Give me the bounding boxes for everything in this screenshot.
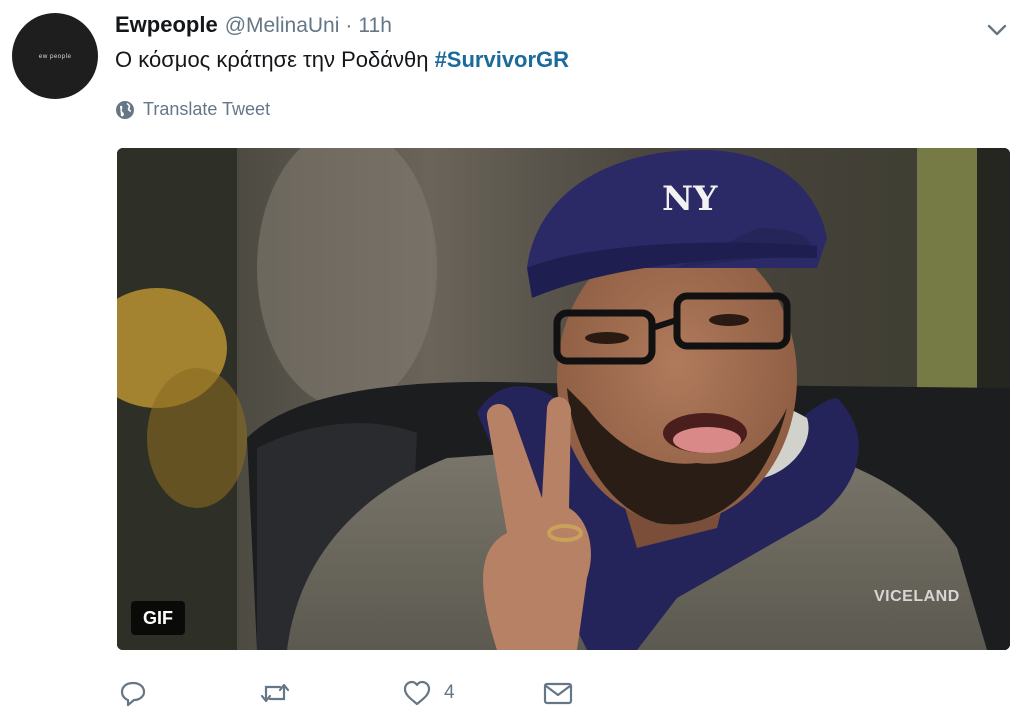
retweet-icon: [260, 683, 290, 703]
gif-badge: GIF: [131, 601, 185, 635]
tweet-text-body: Ο κόσμος κράτησε την Ροδάνθη: [115, 47, 435, 72]
timestamp[interactable]: 11h: [358, 14, 391, 38]
gif-frame-image: NY: [117, 148, 1010, 650]
heart-icon: [403, 680, 431, 706]
display-name[interactable]: Ewpeople: [115, 12, 218, 38]
avatar[interactable]: ew people: [12, 13, 98, 99]
like-count: 4: [444, 682, 455, 703]
direct-message-button[interactable]: [542, 676, 574, 710]
user-handle[interactable]: @MelinaUni: [225, 14, 340, 38]
separator-dot: ·: [345, 14, 353, 37]
reply-button[interactable]: [118, 676, 148, 710]
tweet-text: Ο κόσμος κράτησε την Ροδάνθη #SurvivorGR: [115, 47, 569, 73]
reply-icon: [120, 681, 146, 707]
tweet-actions: 4: [118, 676, 598, 710]
channel-watermark: VICELAND: [874, 588, 960, 605]
retweet-button[interactable]: [258, 676, 292, 710]
envelope-icon: [543, 682, 573, 705]
translate-tweet-link[interactable]: Translate Tweet: [115, 99, 270, 120]
like-button[interactable]: 4: [402, 676, 455, 710]
tweet-header: Ewpeople @MelinaUni · 11h: [115, 12, 392, 42]
globe-icon: [116, 100, 134, 119]
tweet-card: ew people Ewpeople @MelinaUni · 11h Ο κό…: [0, 0, 1024, 718]
chevron-down-icon[interactable]: [985, 20, 1009, 40]
translate-label: Translate Tweet: [143, 99, 271, 119]
hashtag-link[interactable]: #SurvivorGR: [435, 47, 570, 72]
gif-media[interactable]: NY GIF VICELAND: [117, 148, 1010, 650]
cap-logo: NY: [662, 179, 718, 219]
avatar-text: ew people: [38, 52, 72, 60]
